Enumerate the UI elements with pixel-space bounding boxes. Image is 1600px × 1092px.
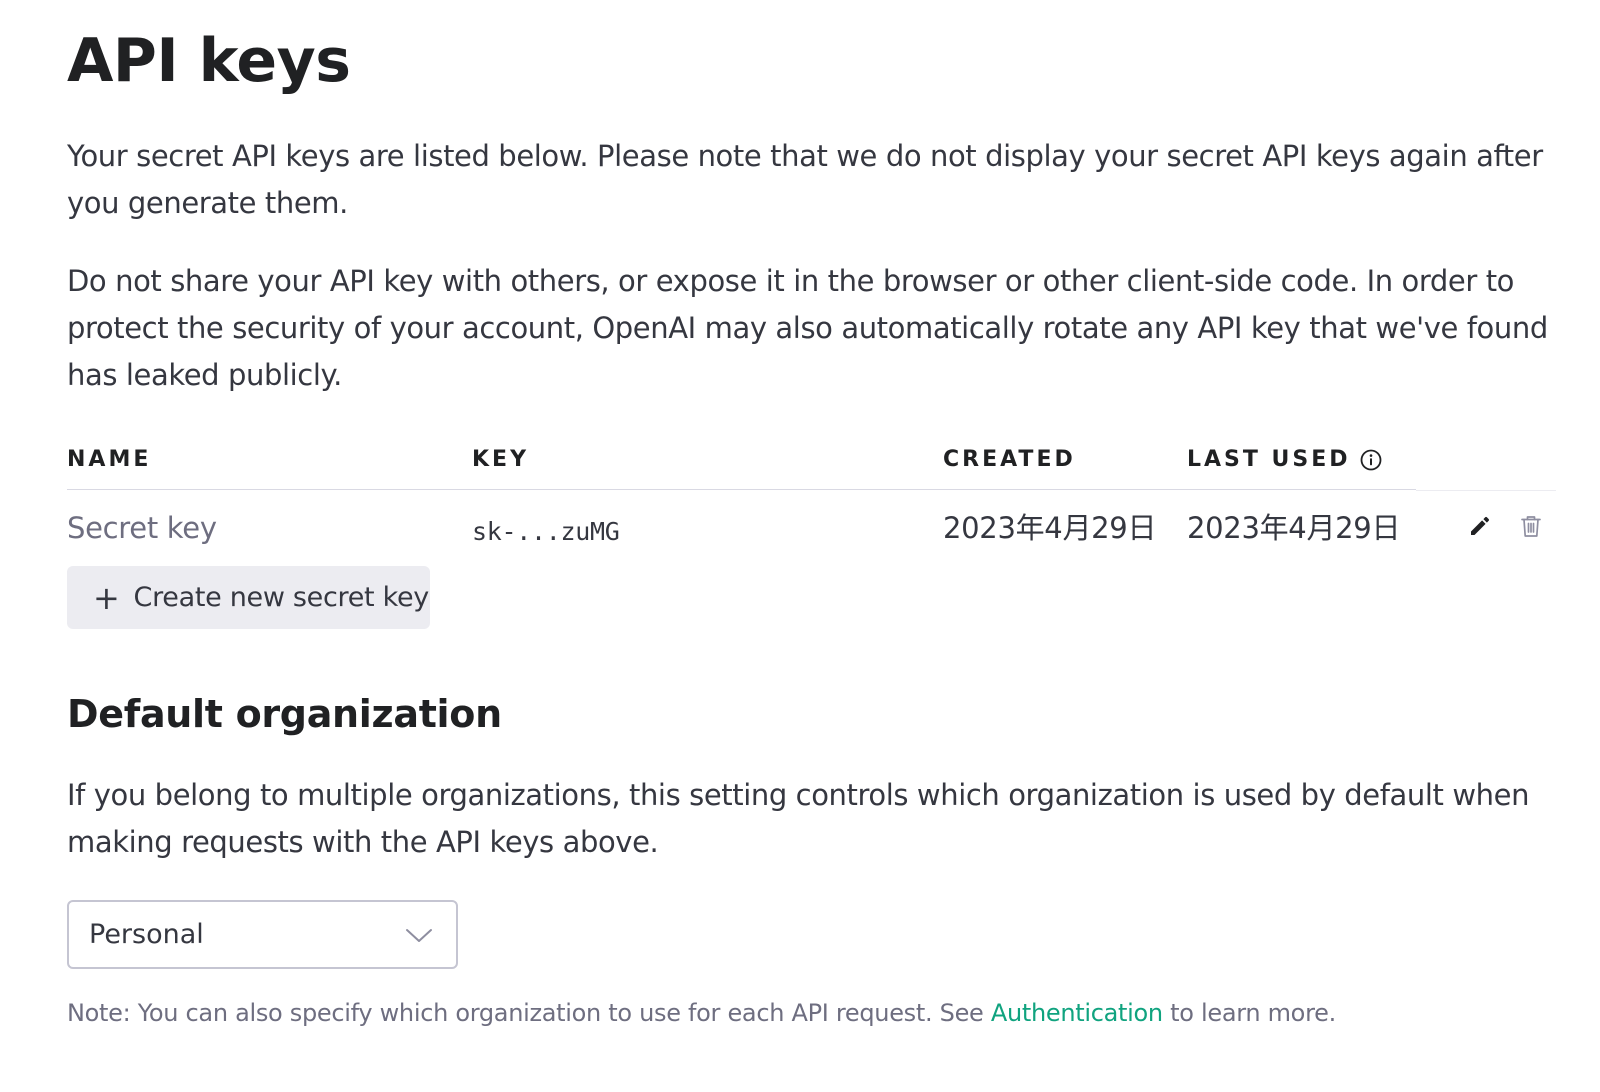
chevron-down-icon <box>406 929 432 942</box>
note-suffix: to learn more. <box>1162 999 1336 1027</box>
created-date-cell: 2023年4月29日 <box>943 511 1157 545</box>
default-organization-heading: Default organization <box>67 692 502 736</box>
intro-paragraph-2: Do not share your API key with others, o… <box>67 264 1548 392</box>
info-icon[interactable] <box>1359 448 1383 472</box>
api-keys-page: API keys Your secret API keys are listed… <box>0 0 1600 1092</box>
authentication-link[interactable]: Authentication <box>991 999 1163 1027</box>
key-name-cell: Secret key <box>67 511 217 545</box>
organization-select[interactable]: Personal <box>67 900 458 969</box>
table-header-divider <box>67 489 1416 490</box>
column-header-created-label: CREATED <box>943 447 1076 472</box>
column-header-key: KEY <box>472 443 529 477</box>
column-header-created: CREATED <box>943 443 1076 477</box>
trash-icon[interactable] <box>1517 512 1545 540</box>
key-value-cell: sk-...zuMG <box>472 517 620 546</box>
intro-paragraph-1: Your secret API keys are listed below. P… <box>67 139 1543 220</box>
pencil-icon[interactable] <box>1466 512 1494 540</box>
create-new-secret-key-button[interactable]: + Create new secret key <box>67 566 430 629</box>
organization-note: Note: You can also specify which organiz… <box>67 996 1336 1030</box>
table-header-divider-end <box>1416 490 1556 491</box>
column-header-name: NAME <box>67 443 151 477</box>
column-header-last-used: LAST USED <box>1187 443 1383 477</box>
page-title: API keys <box>67 26 351 96</box>
note-prefix: Note: You can also specify which organiz… <box>67 999 991 1027</box>
column-header-last-used-label: LAST USED <box>1187 447 1351 472</box>
column-header-key-label: KEY <box>472 447 530 472</box>
organization-select-value: Personal <box>89 919 204 950</box>
default-organization-description: If you belong to multiple organizations,… <box>67 778 1530 859</box>
last-used-date-cell: 2023年4月29日 <box>1187 511 1401 545</box>
plus-icon: + <box>93 578 120 617</box>
column-header-name-label: NAME <box>67 447 152 472</box>
create-new-secret-key-label: Create new secret key <box>133 582 430 613</box>
